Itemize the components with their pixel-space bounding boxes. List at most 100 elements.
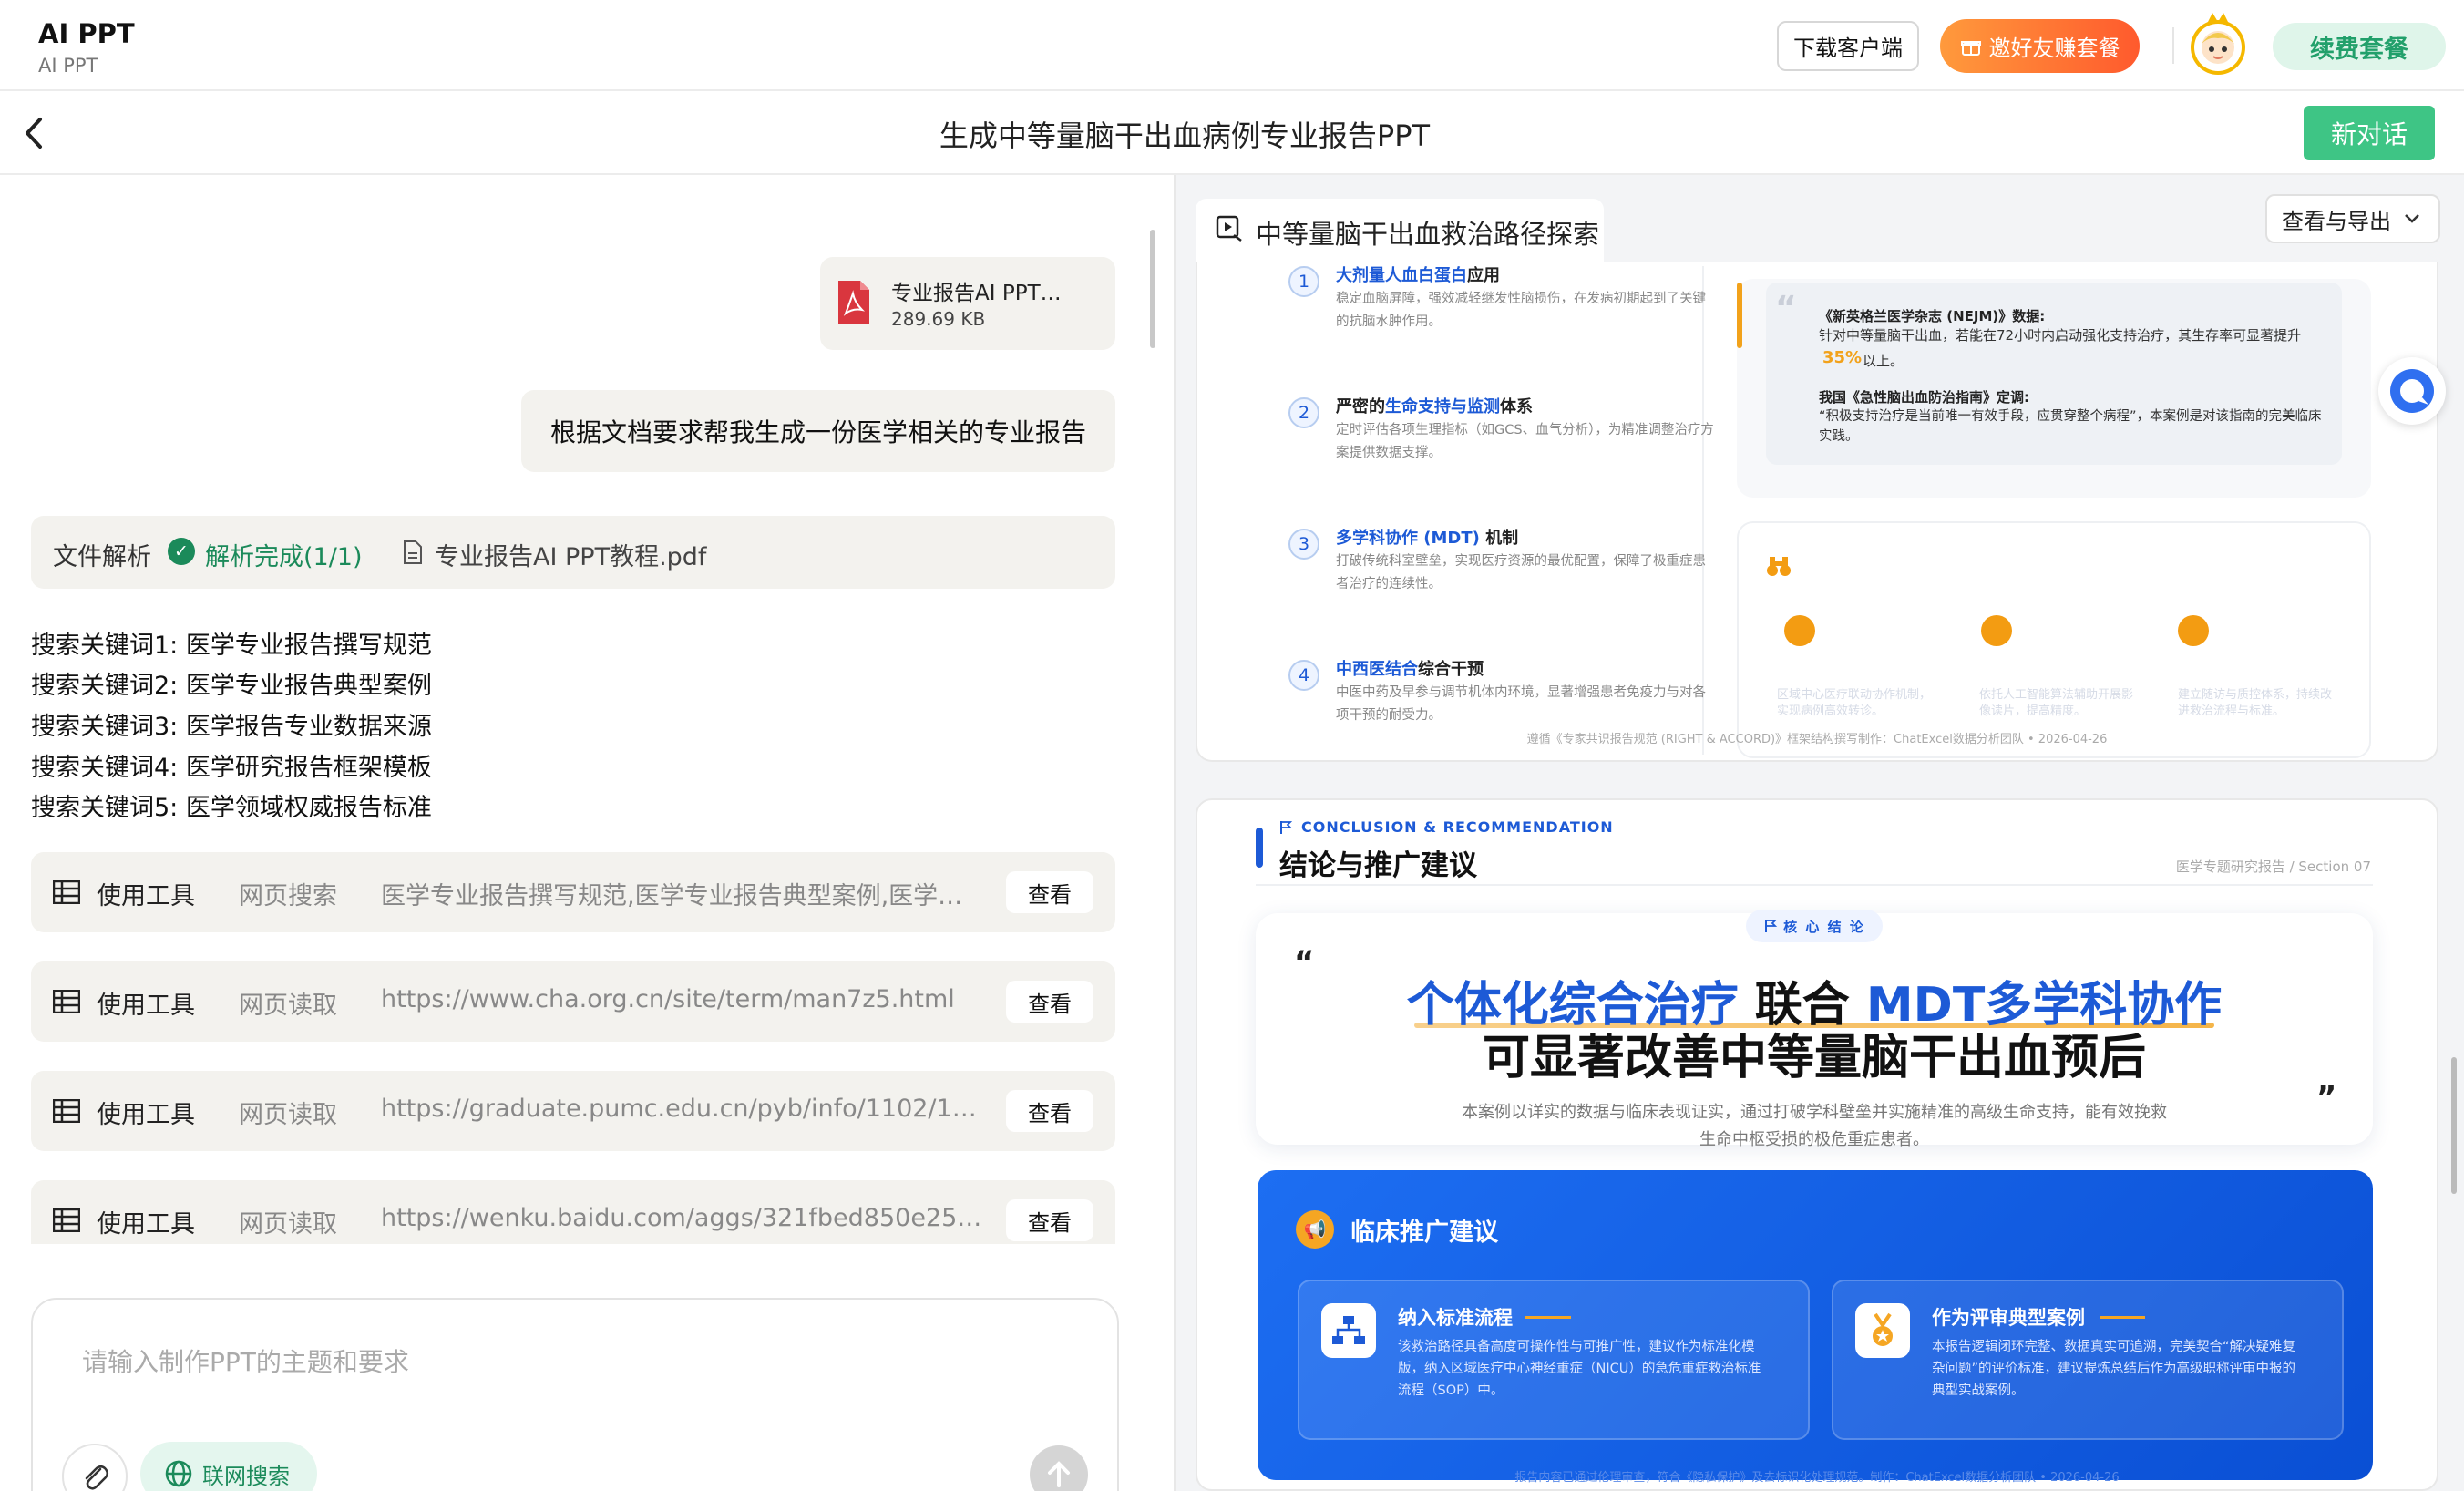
conclusion-description: 本案例以详实的数据与临床表现证实，通过打破学科壁垒并实施精准的高级生命支持，能有… <box>1462 1103 2167 1147</box>
medal-icon <box>1855 1303 1910 1358</box>
flag-icon <box>1280 821 1292 834</box>
step-description: 中医中药及早参与调节机体内环境，显著增强患者免疫力与对各项干预的耐受力。 <box>1336 685 1706 723</box>
step-number: 2 <box>1288 397 1319 428</box>
document-icon <box>404 540 422 564</box>
check-circle-icon: ✓ <box>168 538 195 565</box>
globe-icon <box>165 1460 192 1487</box>
evidence-text-2: “积极支持治疗是当前唯一有效手段，应贯穿整个病程”，本案例是对该指南的完美临床实… <box>1819 409 2322 444</box>
faded-text: 建立随访与质控体系，持续改进救治流程与标准。 <box>2178 688 2333 718</box>
presentation-icon <box>1216 215 1242 242</box>
quote-accent-bar <box>1737 283 1742 348</box>
flowchart-icon <box>1321 1303 1376 1358</box>
view-tool-button[interactable]: 查看 <box>1006 871 1093 913</box>
tool-argument: https://www.cha.org.cn/site/term/man7z5.… <box>381 985 955 1013</box>
download-client-button[interactable]: 下载客户端 <box>1777 21 1919 71</box>
step-title-highlight: 大剂量人血白蛋白 <box>1336 266 1467 285</box>
binoculars-icon <box>1767 557 1791 576</box>
floating-assistant-button[interactable] <box>2378 357 2446 425</box>
core-conclusion-tag: 核 心 结 论 <box>1746 910 1883 942</box>
step-number: 1 <box>1288 266 1319 297</box>
step-description: 稳定血脑屏障，强效减轻继发性脑损伤，在发病初期起到了关键的抗脑水肿作用。 <box>1336 292 1706 329</box>
quote-mark-icon: “ <box>1775 290 1797 327</box>
file-name: 专业报告AI PPT… <box>891 282 1062 305</box>
web-search-toggle[interactable]: 联网搜索 <box>140 1442 317 1491</box>
tool-argument: https://wenku.baidu.com/aggs/321fbed850e… <box>381 1204 991 1232</box>
step-title-highlight: 中西医结合 <box>1336 660 1418 679</box>
step-title-highlight: 多学科协作 (MDT) <box>1336 529 1480 548</box>
step-title-prefix: 严密的 <box>1336 397 1385 416</box>
tool-type: 网页搜索 <box>239 882 337 910</box>
web-search-label: 联网搜索 <box>202 1463 290 1489</box>
title-accent-bar <box>1256 828 1263 868</box>
tool-type: 网页读取 <box>239 1210 337 1239</box>
step-title: 中西医结合综合干预 <box>1336 656 1484 680</box>
preview-scrollbar[interactable] <box>2451 1057 2457 1194</box>
evidence-text-tail: 以上。 <box>1863 353 1904 369</box>
page-title: 生成中等量脑干出血病例专业报告PPT <box>939 118 1431 153</box>
tool-label: 使用工具 <box>97 992 195 1020</box>
step-title-rest: 机制 <box>1479 529 1519 548</box>
send-button[interactable] <box>1030 1445 1088 1491</box>
step-description: 打破传统科室壁垒，实现医疗资源的最优配置，保障了极重症患者治疗的连续性。 <box>1336 554 1706 591</box>
user-avatar[interactable] <box>2187 11 2249 77</box>
table-icon <box>53 1099 80 1123</box>
table-icon <box>53 880 80 904</box>
brand-subtitle: AI PPT <box>38 55 98 77</box>
core-conclusion-label: 核 心 结 论 <box>1783 918 1865 935</box>
prompt-input-placeholder[interactable]: 请输入制作PPT的主题和要求 <box>82 1342 409 1379</box>
gift-icon <box>1960 40 1981 56</box>
conclusion-headline-line-2: 可显著改善中等量脑干出血预后 <box>1482 1031 2146 1085</box>
step-number: 4 <box>1288 660 1319 691</box>
chat-bubble-icon <box>2390 369 2434 413</box>
view-tool-button[interactable]: 查看 <box>1006 1199 1093 1241</box>
step-number: 3 <box>1288 529 1319 560</box>
search-keyword-4: 搜索关键词4: 医学研究报告框架模板 <box>31 754 432 782</box>
slide-title-rule <box>1256 884 2373 886</box>
chevron-down-icon <box>2405 214 2419 223</box>
preview-tab-title[interactable]: 中等量脑干出血救治路径探索 <box>1256 213 1599 252</box>
recommendation-item-desc: 该救治路径具备高度可操作性与可推广性，建议作为标准化模版，纳入区域医疗中心神经重… <box>1398 1340 1761 1398</box>
recommendation-item-title: 纳入标准流程 <box>1398 1307 1513 1329</box>
slide-eyebrow: CONCLUSION & RECOMMENDATION <box>1301 818 1614 836</box>
timeline-dot <box>1981 615 2012 646</box>
step-title-rest: 体系 <box>1500 397 1533 416</box>
view-tool-button[interactable]: 查看 <box>1006 1090 1093 1132</box>
recommendation-item-desc: 本报告逻辑闭环完整、数据真实可追溯，完美契合“解决疑难复杂问题”的评价标准，建议… <box>1932 1340 2296 1398</box>
evidence-source-1: 《新英格兰医学杂志 (NEJM)》数据: <box>1819 308 2046 324</box>
chat-scrollbar[interactable] <box>1150 230 1155 348</box>
divider <box>2172 27 2174 64</box>
clipped-tool-row-container: 使用工具 网页读取 https://wenku.baidu.com/aggs/3… <box>0 1180 1166 1244</box>
invite-friends-button[interactable]: 邀好友赚套餐 <box>1940 19 2140 73</box>
timeline-dot <box>1784 615 1815 646</box>
step-title: 严密的生命支持与监测体系 <box>1336 394 1533 417</box>
tool-type: 网页读取 <box>239 1101 337 1129</box>
tool-label: 使用工具 <box>97 1101 195 1129</box>
view-tool-button[interactable]: 查看 <box>1006 981 1093 1023</box>
parsed-file-name[interactable]: 专业报告AI PPT教程.pdf <box>435 537 706 572</box>
slide-section-label: 医学专题研究报告 / Section 07 <box>2175 859 2371 875</box>
close-quote-icon: ” <box>2316 1079 2337 1116</box>
tool-type: 网页读取 <box>239 992 337 1020</box>
step-description: 定时评估各项生理指标（如GCS、血气分析），为精准调整治疗方案提供数据支撑。 <box>1336 423 1714 460</box>
parse-status: 解析完成(1/1) <box>205 543 363 571</box>
step-title: 多学科协作 (MDT) 机制 <box>1336 525 1518 549</box>
evidence-percentage: 35% <box>1822 348 1863 367</box>
title-accent-line <box>2100 1316 2145 1319</box>
tool-argument: https://graduate.pumc.edu.cn/pyb/info/11… <box>381 1095 991 1123</box>
new-chat-button[interactable]: 新对话 <box>2304 106 2435 160</box>
pdf-file-icon <box>838 281 869 324</box>
table-icon <box>53 1208 80 1232</box>
faded-text: 依托人工智能算法辅助开展影像读片，提高精度。 <box>1979 688 2134 718</box>
view-export-dropdown[interactable]: 查看与导出 <box>2265 194 2440 243</box>
step-title-rest: 应用 <box>1467 266 1500 285</box>
step-title: 大剂量人血白蛋白应用 <box>1336 262 1500 286</box>
flag-icon <box>1765 920 1778 932</box>
parse-label: 文件解析 <box>53 543 151 571</box>
renew-plan-button[interactable]: 续费套餐 <box>2273 23 2446 70</box>
table-icon <box>53 990 80 1013</box>
search-keyword-2: 搜索关键词2: 医学专业报告典型案例 <box>31 672 432 700</box>
megaphone-icon: 📢 <box>1296 1210 1334 1249</box>
slide-footer: 报告内容已通过伦理审查，符合《隐私保护》及去标识化处理规范。制作：ChatExc… <box>1514 1471 2120 1485</box>
step-title-rest: 综合干预 <box>1418 660 1484 679</box>
export-label: 查看与导出 <box>2282 208 2391 234</box>
